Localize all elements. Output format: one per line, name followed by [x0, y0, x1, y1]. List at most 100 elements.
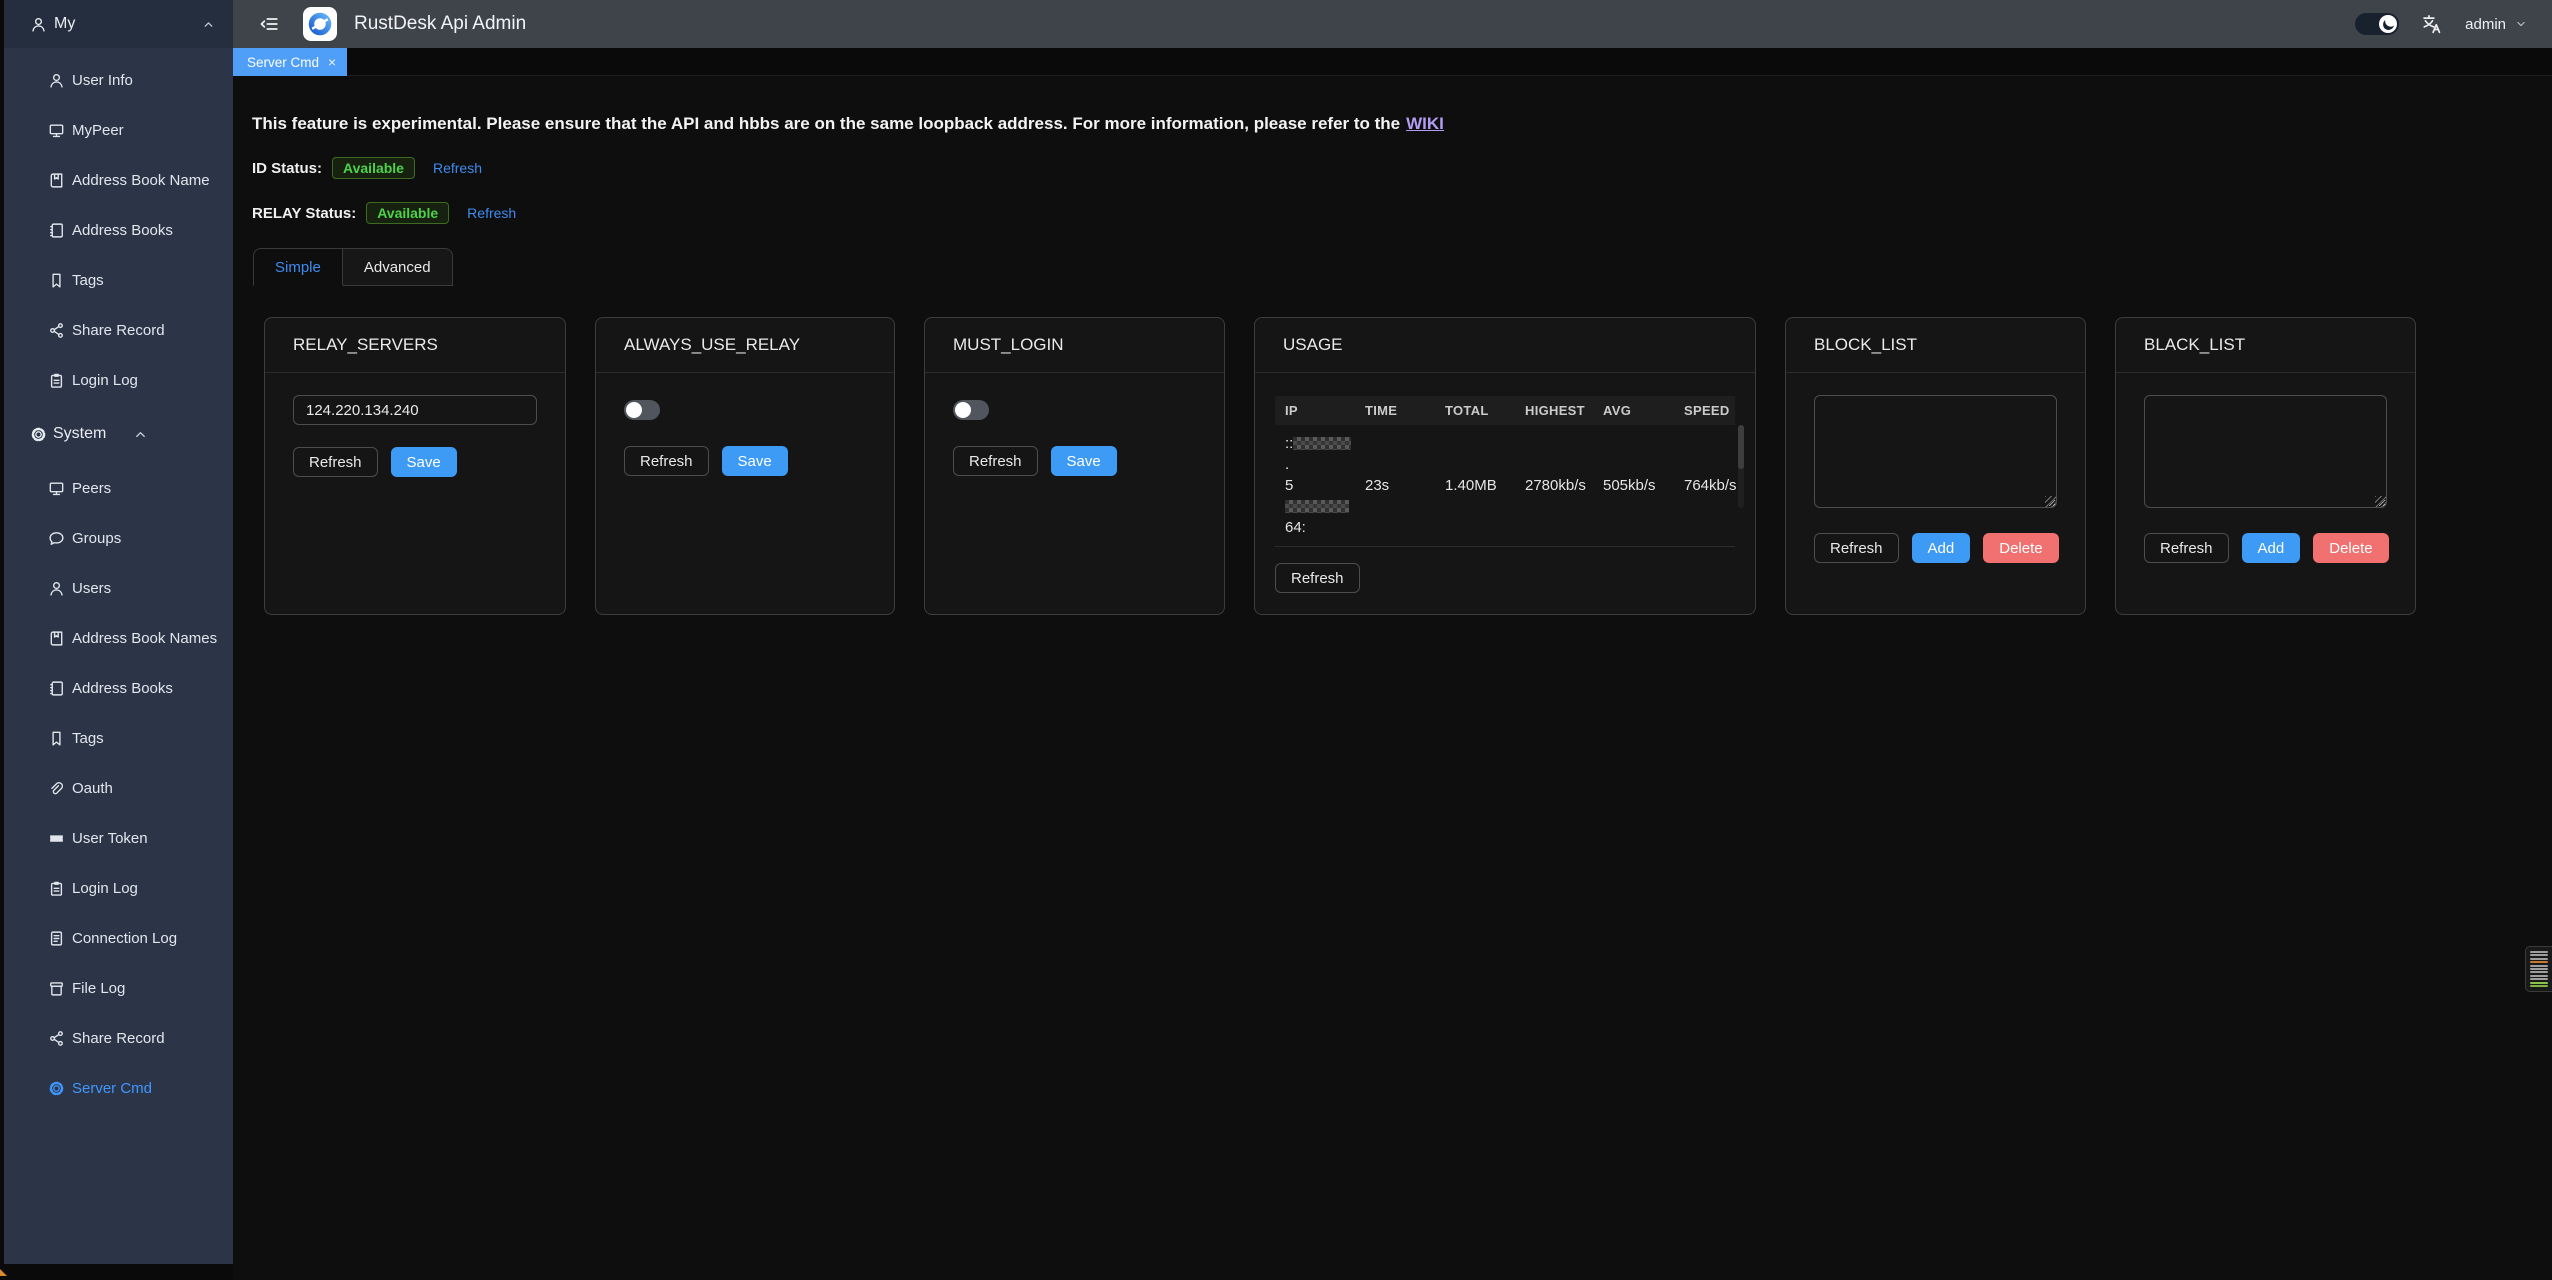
usage-table-row: ::. 5 64: 23s 1.40MB 2780kb/s 505kb/s 76…: [1275, 425, 1735, 547]
card-usage: USAGE IP TIME TOTAL HIGHEST AVG SPEED ::…: [1254, 317, 1756, 615]
cell-highest: 2780kb/s: [1515, 425, 1593, 546]
usage-table: IP TIME TOTAL HIGHEST AVG SPEED ::. 5 64…: [1275, 396, 1735, 547]
sidebar-item-tags-2[interactable]: Tags: [4, 713, 233, 763]
sidebar-item-user-info[interactable]: User Info: [4, 55, 233, 105]
overlay-widget-bar: [2530, 982, 2548, 984]
chevron-up-icon[interactable]: [201, 17, 216, 32]
sidebar-item-address-books-2[interactable]: Address Books: [4, 663, 233, 713]
card-must-login: MUST_LOGIN Refresh Save: [924, 317, 1225, 615]
card-block-list: BLOCK_LIST Refresh Add Delete: [1785, 317, 2086, 615]
ip-line-1: ::.: [1285, 433, 1355, 475]
black-list-refresh-button[interactable]: Refresh: [2144, 533, 2229, 563]
block-list-delete-button[interactable]: Delete: [1983, 533, 2058, 563]
block-list-refresh-button[interactable]: Refresh: [1814, 533, 1899, 563]
must-login-toggle[interactable]: [953, 400, 989, 420]
ip-line-3: 64:: [1285, 517, 1306, 538]
translate-icon[interactable]: [2421, 13, 2443, 35]
sidebar-item-login-log-2[interactable]: Login Log: [4, 863, 233, 913]
sidebar-item-peers[interactable]: Peers: [4, 463, 233, 513]
corner-artifact: [0, 1269, 7, 1276]
sidebar-item-groups[interactable]: Groups: [4, 513, 233, 563]
doc-tab-server-cmd[interactable]: Server Cmd ×: [233, 48, 347, 76]
topbar: RustDesk Api Admin admin: [233, 0, 2552, 48]
sidebar-item-share-record-2[interactable]: Share Record: [4, 1013, 233, 1063]
must-login-refresh-button[interactable]: Refresh: [953, 446, 1038, 476]
sidebar-item-label: Address Books: [72, 680, 173, 697]
relay-servers-refresh-button[interactable]: Refresh: [293, 447, 378, 477]
card-title: RELAY_SERVERS: [265, 318, 565, 373]
always-use-relay-refresh-button[interactable]: Refresh: [624, 446, 709, 476]
sidebar-item-address-book-name[interactable]: Address Book Name: [4, 155, 233, 205]
sidebar-item-label: Address Book Name: [72, 172, 210, 189]
overlay-widget-bar: [2530, 978, 2548, 980]
sidebar-item-label: Oauth: [72, 780, 113, 797]
settings-cards: RELAY_SERVERS Refresh Save ALWAYS_USE_RE…: [264, 317, 2416, 615]
sidebar-group-label: System: [53, 425, 106, 443]
notice-text: This feature is experimental. Please ens…: [252, 114, 1400, 133]
user-icon: [30, 16, 47, 33]
rustdesk-logo: [303, 7, 337, 41]
overlay-widget-bar: [2530, 985, 2548, 987]
sidebar-item-address-book-names[interactable]: Address Book Names: [4, 613, 233, 663]
card-relay-servers: RELAY_SERVERS Refresh Save: [264, 317, 566, 615]
relay-servers-save-button[interactable]: Save: [391, 447, 457, 477]
sidebar-group-system[interactable]: System: [4, 405, 233, 463]
always-use-relay-save-button[interactable]: Save: [722, 446, 788, 476]
tab-advanced[interactable]: Advanced: [343, 248, 453, 286]
overlay-widget-bar: [2530, 965, 2548, 967]
user-menu[interactable]: admin: [2465, 16, 2528, 33]
ticket-icon: [48, 830, 65, 847]
black-list-add-button[interactable]: Add: [2242, 533, 2301, 563]
cell-time: 23s: [1355, 425, 1435, 546]
menu-fold-icon[interactable]: [259, 14, 279, 34]
column-header-time: TIME: [1355, 396, 1435, 425]
sidebar-item-users[interactable]: Users: [4, 563, 233, 613]
relay-status-refresh-link[interactable]: Refresh: [467, 205, 516, 221]
scrollbar-thumb[interactable]: [1738, 425, 1744, 469]
always-use-relay-toggle[interactable]: [624, 400, 660, 420]
theme-toggle[interactable]: [2355, 13, 2399, 35]
redacted-ip-segment: [1285, 500, 1349, 513]
main-content: This feature is experimental. Please ens…: [233, 76, 2552, 1280]
overlay-widget[interactable]: [2525, 946, 2552, 992]
sidebar-item-file-log[interactable]: File Log: [4, 963, 233, 1013]
overlay-widget-bar: [2530, 975, 2548, 977]
doc-tab-label: Server Cmd: [247, 55, 319, 70]
sidebar-item-oauth[interactable]: Oauth: [4, 763, 233, 813]
chevron-down-icon: [2514, 17, 2528, 31]
user-icon: [48, 580, 65, 597]
relay-servers-input[interactable]: [293, 395, 537, 425]
sidebar-item-connection-log[interactable]: Connection Log: [4, 913, 233, 963]
sidebar-item-mypeer[interactable]: MyPeer: [4, 105, 233, 155]
sidebar-item-share-record[interactable]: Share Record: [4, 305, 233, 355]
card-black-list: BLACK_LIST Refresh Add Delete: [2115, 317, 2416, 615]
notebook-icon: [48, 222, 65, 239]
sidebar-item-address-books[interactable]: Address Books: [4, 205, 233, 255]
overlay-widget-bar: [2530, 958, 2548, 960]
column-header-avg: AVG: [1593, 396, 1674, 425]
file-text-icon: [48, 930, 65, 947]
usage-table-header: IP TIME TOTAL HIGHEST AVG SPEED: [1275, 396, 1735, 425]
must-login-save-button[interactable]: Save: [1051, 446, 1117, 476]
block-list-textarea[interactable]: [1814, 395, 2057, 508]
id-status-refresh-link[interactable]: Refresh: [433, 160, 482, 176]
black-list-delete-button[interactable]: Delete: [2313, 533, 2388, 563]
link-icon: [48, 780, 65, 797]
wiki-link[interactable]: WIKI: [1406, 114, 1444, 133]
table-scrollbar[interactable]: [1738, 425, 1744, 508]
usage-refresh-button[interactable]: Refresh: [1275, 563, 1360, 593]
toggle-knob: [626, 402, 642, 418]
sidebar-item-user-token[interactable]: User Token: [4, 813, 233, 863]
user-name: admin: [2465, 16, 2506, 33]
chevron-up-icon[interactable]: [132, 426, 149, 443]
sidebar-item-tags[interactable]: Tags: [4, 255, 233, 305]
overlay-widget-bar: [2530, 968, 2548, 970]
block-list-add-button[interactable]: Add: [1912, 533, 1971, 563]
sidebar-item-login-log[interactable]: Login Log: [4, 355, 233, 405]
sidebar-group-my[interactable]: My: [4, 0, 233, 48]
close-icon[interactable]: ×: [328, 55, 336, 69]
black-list-textarea[interactable]: [2144, 395, 2387, 508]
sidebar-item-server-cmd[interactable]: Server Cmd: [4, 1063, 233, 1113]
sidebar-item-label: User Info: [72, 72, 133, 89]
tab-simple[interactable]: Simple: [253, 248, 343, 286]
